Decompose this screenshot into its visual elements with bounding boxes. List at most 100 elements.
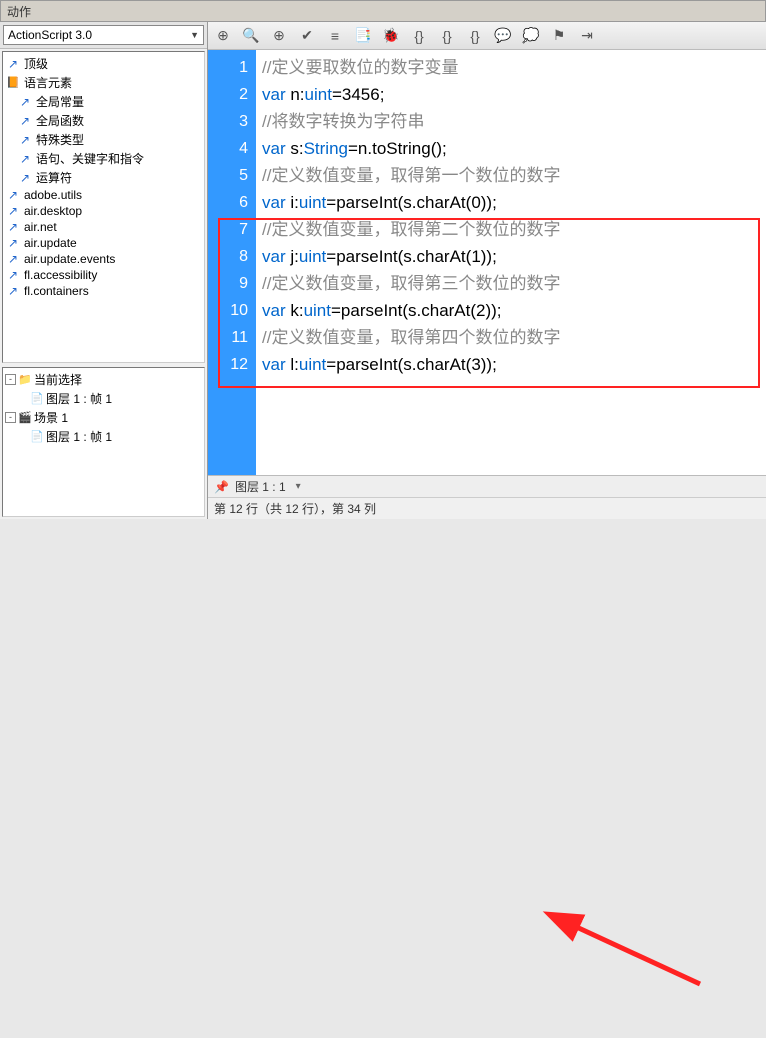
chat-icon[interactable]: 💭 — [522, 27, 540, 45]
bookmark-icon[interactable]: 📑 — [354, 27, 372, 45]
tree-item-label: 语言元素 — [24, 74, 72, 91]
tree-item[interactable]: ↗air.update — [3, 235, 204, 251]
layer-status-label: 图层 1 : 1 — [235, 478, 286, 495]
left-column: ActionScript 3.0 ▼ ↗顶级📙语言元素↗全局常量↗全局函数↗特殊… — [0, 22, 208, 519]
line-number: 8 — [208, 243, 248, 270]
tree-item-label: air.update.events — [24, 252, 115, 266]
package-icon: ↗ — [17, 95, 33, 109]
scene-icon: 🎬 — [18, 411, 34, 424]
code-line[interactable]: var k:uint=parseInt(s.charAt(2)); — [262, 297, 760, 324]
tree-item[interactable]: ↗fl.accessibility — [3, 267, 204, 283]
folder-icon: 📁 — [18, 373, 34, 386]
code-line[interactable]: var l:uint=parseInt(s.charAt(3)); — [262, 351, 760, 378]
selection-item-label: 当前选择 — [34, 371, 82, 388]
tree-item-label: 顶级 — [24, 55, 48, 72]
code-line[interactable]: var n:uint=3456; — [262, 81, 760, 108]
tree-item[interactable]: 📙语言元素 — [3, 73, 204, 92]
pin-icon[interactable]: 📌 — [214, 480, 229, 494]
tree-item-label: adobe.utils — [24, 188, 82, 202]
right-column: ⊕🔍⊕✔≡📑🐞{}{}{}💬💭⚑⇥ 123456789101112 //定义要取… — [208, 22, 766, 519]
line-number: 7 — [208, 216, 248, 243]
line-number: 12 — [208, 351, 248, 378]
debug-icon[interactable]: 🐞 — [382, 27, 400, 45]
line-number: 2 — [208, 81, 248, 108]
tree-item[interactable]: ↗顶级 — [3, 54, 204, 73]
line-number: 1 — [208, 54, 248, 81]
package-icon: ↗ — [5, 284, 21, 298]
line-number: 6 — [208, 189, 248, 216]
tree-item-label: air.net — [24, 220, 57, 234]
tree-item-label: 运算符 — [36, 169, 72, 186]
selection-item[interactable]: 📄 图层 1 : 帧 1 — [3, 427, 204, 446]
code-line[interactable]: var s:String=n.toString(); — [262, 135, 760, 162]
code-line[interactable]: //定义数值变量，取得第一个数位的数字 — [262, 162, 760, 189]
target-icon[interactable]: ⊕ — [270, 27, 288, 45]
language-dropdown-value: ActionScript 3.0 — [8, 28, 92, 42]
arrow-annotation — [0, 519, 766, 1038]
package-icon: ↗ — [17, 133, 33, 147]
tree-item[interactable]: ↗fl.containers — [3, 283, 204, 299]
code-line[interactable]: var j:uint=parseInt(s.charAt(1)); — [262, 243, 760, 270]
selection-item-label: 图层 1 : 帧 1 — [46, 428, 112, 445]
line-number: 4 — [208, 135, 248, 162]
language-dropdown[interactable]: ActionScript 3.0 ▼ — [3, 25, 204, 45]
package-icon: ↗ — [17, 114, 33, 128]
panel-title: 动作 — [0, 0, 766, 22]
selection-item[interactable]: -📁 当前选择 — [3, 370, 204, 389]
code-line[interactable]: //定义数值变量，取得第二个数位的数字 — [262, 216, 760, 243]
tree-item-label: fl.containers — [24, 284, 89, 298]
tree-item-label: fl.accessibility — [24, 268, 97, 282]
brace1-icon[interactable]: {} — [410, 27, 428, 45]
tree-item[interactable]: ↗全局函数 — [3, 111, 204, 130]
find-icon[interactable]: 🔍 — [242, 27, 260, 45]
code-line[interactable]: //定义要取数位的数字变量 — [262, 54, 760, 81]
line-number: 9 — [208, 270, 248, 297]
tree-item-label: 特殊类型 — [36, 131, 84, 148]
selection-item[interactable]: 📄 图层 1 : 帧 1 — [3, 389, 204, 408]
check-icon[interactable]: ✔ — [298, 27, 316, 45]
expand-icon[interactable]: - — [5, 412, 16, 423]
export-icon[interactable]: ⇥ — [578, 27, 596, 45]
tree-item[interactable]: ↗语句、关键字和指令 — [3, 149, 204, 168]
tree-item-label: 语句、关键字和指令 — [36, 150, 144, 167]
flag-icon[interactable]: ⚑ — [550, 27, 568, 45]
layer-icon: 📄 — [30, 430, 46, 443]
package-icon: ↗ — [17, 152, 33, 166]
tree-item-label: 全局常量 — [36, 93, 84, 110]
package-icon: ↗ — [5, 188, 21, 202]
tree-item[interactable]: ↗air.net — [3, 219, 204, 235]
selection-item-label: 场景 1 — [34, 409, 68, 426]
selection-item[interactable]: -🎬 场景 1 — [3, 408, 204, 427]
dropdown-mini-icon[interactable]: ▾ — [296, 481, 301, 492]
brace3-icon[interactable]: {} — [466, 27, 484, 45]
tree-item[interactable]: ↗全局常量 — [3, 92, 204, 111]
line-number: 11 — [208, 324, 248, 351]
code-editor[interactable]: 123456789101112 //定义要取数位的数字变量var n:uint=… — [208, 50, 766, 475]
line-number: 3 — [208, 108, 248, 135]
comment-icon[interactable]: 💬 — [494, 27, 512, 45]
expand-icon[interactable]: - — [5, 374, 16, 385]
layer-status-row: 📌 图层 1 : 1 ▾ — [208, 475, 766, 497]
code-content[interactable]: //定义要取数位的数字变量var n:uint=3456;//将数字转换为字符串… — [256, 50, 766, 475]
tree-item[interactable]: ↗air.desktop — [3, 203, 204, 219]
selection-item-label: 图层 1 : 帧 1 — [46, 390, 112, 407]
code-line[interactable]: //定义数值变量，取得第四个数位的数字 — [262, 324, 760, 351]
format-icon[interactable]: ≡ — [326, 27, 344, 45]
selection-tree[interactable]: -📁 当前选择📄 图层 1 : 帧 1-🎬 场景 1📄 图层 1 : 帧 1 — [2, 367, 205, 517]
chevron-down-icon: ▼ — [190, 30, 199, 40]
layer-icon: 📄 — [30, 392, 46, 405]
tree-item[interactable]: ↗特殊类型 — [3, 130, 204, 149]
classes-tree[interactable]: ↗顶级📙语言元素↗全局常量↗全局函数↗特殊类型↗语句、关键字和指令↗运算符↗ad… — [2, 51, 205, 363]
tree-item[interactable]: ↗adobe.utils — [3, 187, 204, 203]
plus-icon[interactable]: ⊕ — [214, 27, 232, 45]
code-line[interactable]: //定义数值变量，取得第三个数位的数字 — [262, 270, 760, 297]
package-icon: ↗ — [5, 236, 21, 250]
tree-item[interactable]: ↗air.update.events — [3, 251, 204, 267]
tree-item[interactable]: ↗运算符 — [3, 168, 204, 187]
code-line[interactable]: var i:uint=parseInt(s.charAt(0)); — [262, 189, 760, 216]
code-line[interactable]: //将数字转换为字符串 — [262, 108, 760, 135]
tree-item-label: 全局函数 — [36, 112, 84, 129]
package-icon: ↗ — [5, 57, 21, 71]
brace2-icon[interactable]: {} — [438, 27, 456, 45]
line-number: 10 — [208, 297, 248, 324]
